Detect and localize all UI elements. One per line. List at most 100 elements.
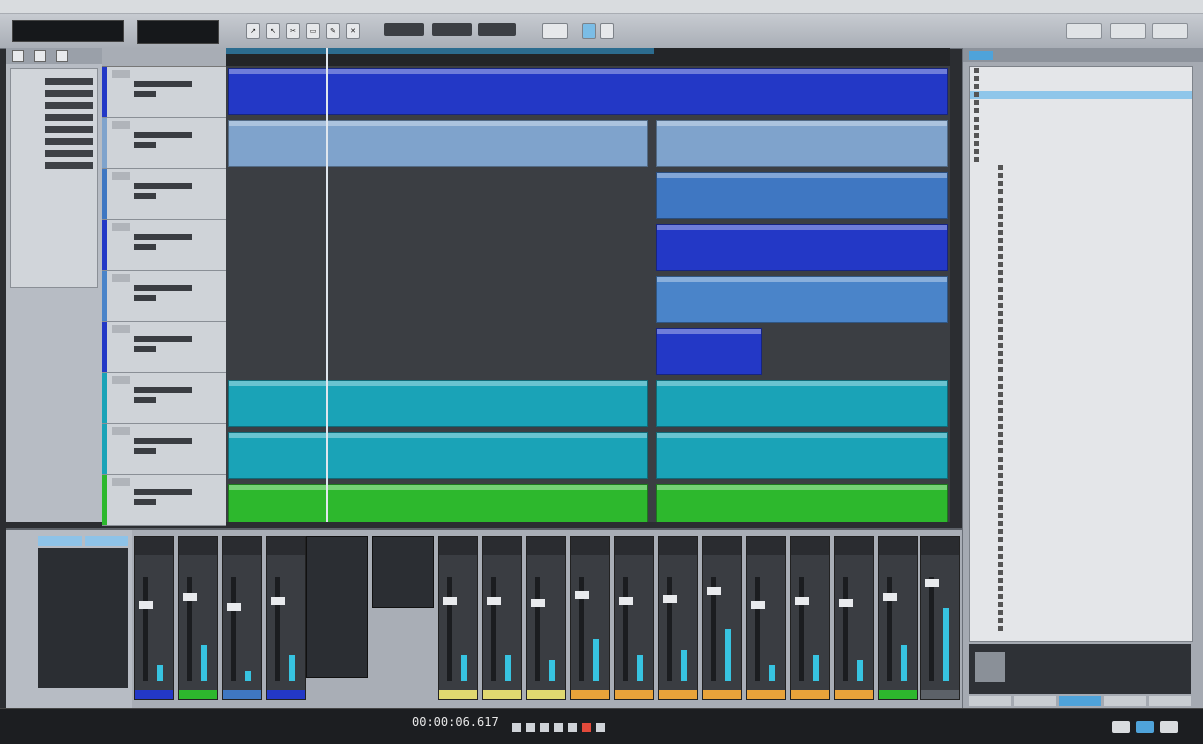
browser-file-item[interactable] — [970, 553, 1192, 561]
add-track-icon[interactable] — [34, 50, 46, 62]
channel-label[interactable] — [571, 690, 609, 699]
pencil-tool-icon[interactable]: ✎ — [326, 23, 340, 39]
track-input-select[interactable] — [134, 285, 192, 291]
browser-folder-item[interactable] — [970, 83, 1192, 91]
track-header[interactable] — [102, 67, 226, 118]
inspector-value[interactable] — [45, 126, 93, 133]
mute-solo-buttons[interactable] — [112, 427, 130, 435]
browse-view-button[interactable] — [1152, 23, 1188, 39]
track-lane[interactable] — [226, 326, 950, 377]
track-input-select[interactable] — [134, 183, 192, 189]
browser-file-item[interactable] — [970, 221, 1192, 229]
channel-label[interactable] — [921, 690, 959, 699]
arrange-view[interactable] — [226, 48, 950, 522]
browser-folder-item[interactable] — [970, 148, 1192, 156]
browser-file-item[interactable] — [970, 172, 1192, 180]
channel-label[interactable] — [703, 690, 741, 699]
channel-label[interactable] — [659, 690, 697, 699]
loop-range[interactable] — [226, 48, 654, 54]
audio-event[interactable] — [228, 380, 648, 427]
fader-handle[interactable] — [531, 599, 545, 607]
browser-bottom-tab[interactable] — [1059, 696, 1101, 706]
browser-file-item[interactable] — [970, 318, 1192, 326]
fader-handle[interactable] — [487, 597, 501, 605]
track-input-select[interactable] — [134, 387, 192, 393]
browser-folder-item[interactable] — [970, 116, 1192, 124]
rewind-icon[interactable] — [512, 723, 521, 732]
play-icon[interactable] — [568, 723, 577, 732]
track-header[interactable] — [102, 373, 226, 424]
track-header[interactable] — [102, 220, 226, 271]
menu-item[interactable] — [58, 2, 61, 11]
track-lane[interactable] — [226, 170, 950, 221]
fader-handle[interactable] — [883, 593, 897, 601]
browser-file-item[interactable] — [970, 245, 1192, 253]
inspector-value[interactable] — [45, 78, 93, 85]
mute-solo-buttons[interactable] — [112, 223, 130, 231]
browser-bottom-tab[interactable] — [1014, 696, 1056, 706]
volume-fader[interactable] — [275, 577, 280, 681]
browser-file-item[interactable] — [970, 415, 1192, 423]
fader-handle[interactable] — [443, 597, 457, 605]
browser-file-item[interactable] — [970, 334, 1192, 342]
audio-event[interactable] — [228, 120, 648, 167]
browser-folder-item[interactable] — [970, 67, 1192, 75]
edit-view-button[interactable] — [1110, 23, 1146, 39]
insert-panel[interactable] — [306, 536, 368, 678]
channel-input-select[interactable] — [483, 537, 521, 555]
mixer-sidebar-tab[interactable] — [38, 536, 82, 546]
channel-input-select[interactable] — [835, 537, 873, 555]
browser-file-item[interactable] — [970, 188, 1192, 196]
track-lane[interactable] — [226, 274, 950, 325]
audio-event[interactable] — [656, 276, 948, 323]
channel-label[interactable] — [483, 690, 521, 699]
metronome-icon[interactable] — [596, 723, 605, 732]
mute-solo-buttons[interactable] — [112, 274, 130, 282]
browser-file-item[interactable] — [970, 358, 1192, 366]
channel-input-select[interactable] — [791, 537, 829, 555]
eraser-tool-icon[interactable]: ▭ — [306, 23, 320, 39]
info-icon[interactable] — [600, 23, 614, 39]
track-input-select[interactable] — [134, 336, 192, 342]
volume-fader[interactable] — [623, 577, 628, 681]
browser-file-item[interactable] — [970, 253, 1192, 261]
volume-fader[interactable] — [447, 577, 452, 681]
track-input-select[interactable] — [134, 81, 192, 87]
grid-icon[interactable] — [582, 23, 596, 39]
volume-fader[interactable] — [755, 577, 760, 681]
fader-handle[interactable] — [575, 591, 589, 599]
browser-folder-item[interactable] — [970, 91, 1192, 100]
browse-button[interactable] — [1160, 721, 1178, 733]
channel-strip[interactable] — [266, 536, 306, 700]
browser-file-item[interactable] — [970, 229, 1192, 237]
volume-fader[interactable] — [535, 577, 540, 681]
fader-handle[interactable] — [139, 601, 153, 609]
loop-icon[interactable] — [540, 723, 549, 732]
track-monitor-button[interactable] — [134, 397, 156, 403]
browser-file-item[interactable] — [970, 528, 1192, 536]
playhead-cursor[interactable] — [326, 48, 328, 522]
split-tool-icon[interactable]: ✂ — [286, 23, 300, 39]
browser-file-item[interactable] — [970, 447, 1192, 455]
browser-file-item[interactable] — [970, 593, 1192, 601]
audio-event[interactable] — [656, 224, 948, 271]
menu-item[interactable] — [46, 2, 49, 11]
channel-strip[interactable] — [658, 536, 698, 700]
track-header[interactable] — [102, 424, 226, 475]
volume-fader[interactable] — [231, 577, 236, 681]
channel-strip[interactable] — [878, 536, 918, 700]
track-header[interactable] — [102, 322, 226, 373]
channel-input-select[interactable] — [223, 537, 261, 555]
channel-label[interactable] — [267, 690, 305, 699]
fader-handle[interactable] — [839, 599, 853, 607]
browser-file-item[interactable] — [970, 391, 1192, 399]
browser-folder-item[interactable] — [970, 124, 1192, 132]
send-panel[interactable] — [372, 536, 434, 608]
volume-fader[interactable] — [143, 577, 148, 681]
channel-input-select[interactable] — [571, 537, 609, 555]
browser-file-item[interactable] — [970, 431, 1192, 439]
volume-fader[interactable] — [491, 577, 496, 681]
fader-handle[interactable] — [795, 597, 809, 605]
audio-event[interactable] — [656, 380, 948, 427]
track-header[interactable] — [102, 118, 226, 169]
